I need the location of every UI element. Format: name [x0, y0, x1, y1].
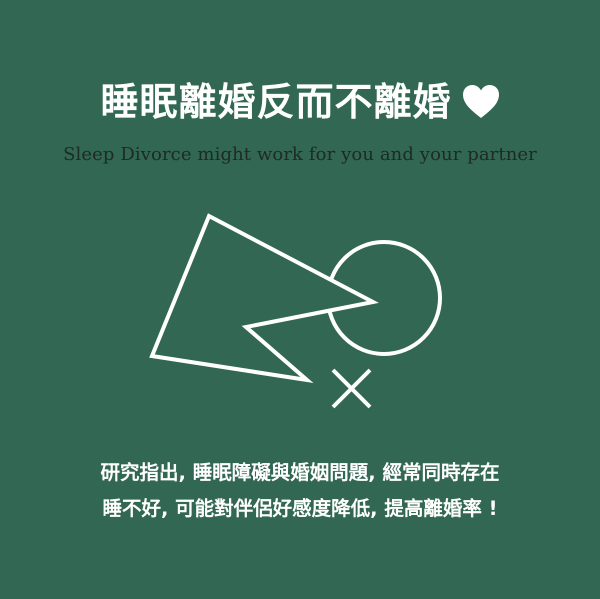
body-line-2: 睡不好, 可能對伴侶好感度降低, 提高離婚率 !	[102, 497, 498, 520]
triangle-shape	[149, 213, 379, 384]
body-text: 研究指出, 睡眠障礙與婚姻問題, 經常同時存在 睡不好, 可能對伴侶好感度降低,…	[0, 455, 600, 527]
cross-icon	[331, 368, 372, 409]
sleep-divorce-card: 睡眠離婚反而不離婚 Sleep Divorce might work for y…	[0, 0, 600, 599]
body-line-1: 研究指出, 睡眠障礙與婚姻問題, 經常同時存在	[100, 461, 500, 484]
